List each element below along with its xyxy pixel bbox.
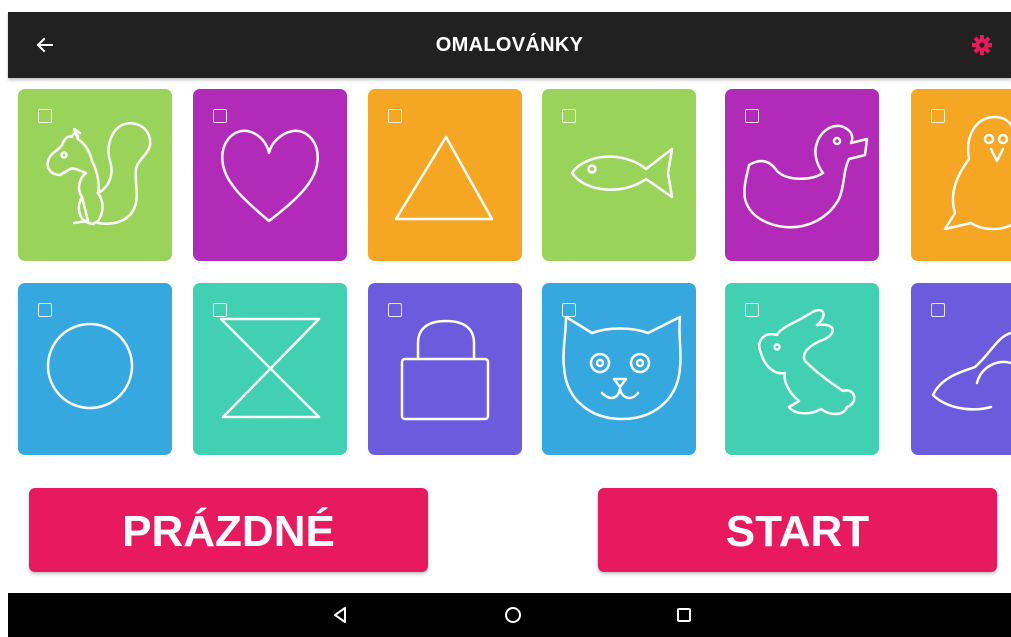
nav-back-icon: [334, 607, 346, 623]
nav-back-button[interactable]: [330, 604, 352, 626]
cat-drawing: [562, 315, 682, 421]
system-nav-bar: [8, 593, 1011, 637]
settings-button[interactable]: [970, 33, 994, 57]
tile-hourglass[interactable]: [193, 283, 347, 455]
arrow-left-icon: [36, 37, 53, 53]
nav-recents-button[interactable]: [673, 604, 695, 626]
nav-home-button[interactable]: [502, 604, 524, 626]
duck-drawing: [743, 124, 869, 229]
coloring-pages-grid[interactable]: [0, 78, 1011, 478]
start-button[interactable]: START: [598, 488, 997, 572]
rabbit-drawing: [758, 308, 856, 416]
tile-squirrel[interactable]: [18, 89, 172, 261]
nav-home-icon: [505, 607, 521, 623]
padlock-drawing: [400, 319, 490, 421]
fish-drawing: [570, 147, 674, 199]
tile-padlock[interactable]: [368, 283, 522, 455]
page-title: OMALOVÁNKY: [435, 34, 584, 56]
empty-button[interactable]: PRÁZDNÉ: [29, 488, 428, 572]
tile-triangle[interactable]: [368, 89, 522, 261]
tile-heart[interactable]: [193, 89, 347, 261]
gear-icon: [972, 35, 992, 55]
nav-recents-icon: [677, 608, 691, 622]
back-button[interactable]: [30, 30, 60, 60]
tile-fish[interactable]: [542, 89, 696, 261]
triangle-drawing: [394, 135, 494, 221]
heart-drawing: [221, 129, 319, 223]
tile-bird[interactable]: [911, 283, 1011, 455]
tile-circle[interactable]: [18, 283, 172, 455]
tile-penguin[interactable]: [911, 89, 1011, 261]
hourglass-drawing: [219, 317, 321, 419]
tile-rabbit[interactable]: [725, 283, 879, 455]
circle-drawing: [46, 322, 134, 410]
penguin-drawing: [943, 115, 1011, 231]
squirrel-drawing: [46, 122, 152, 226]
tile-cat[interactable]: [542, 283, 696, 455]
bird-drawing: [931, 331, 1011, 411]
app-bar: OMALOVÁNKY: [8, 12, 1011, 78]
tile-duck[interactable]: [725, 89, 879, 261]
status-bar: [0, 0, 1011, 12]
